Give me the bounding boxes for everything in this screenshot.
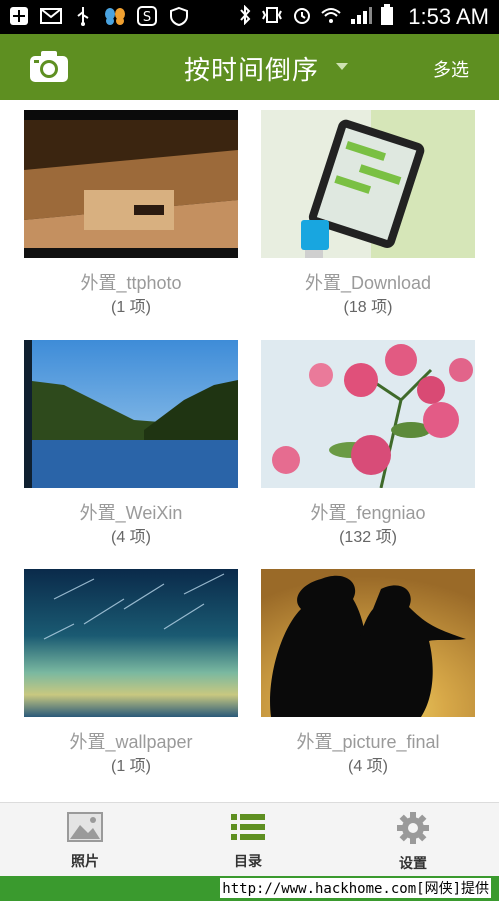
album-name: 外置_fengniao bbox=[310, 503, 426, 523]
shield-icon bbox=[168, 6, 190, 26]
list-icon bbox=[231, 814, 265, 840]
bluetooth-icon bbox=[238, 4, 252, 29]
wifi-icon bbox=[320, 5, 342, 29]
album-name: 外置_ttphoto bbox=[80, 273, 182, 293]
album-name: 外置_Download bbox=[304, 273, 432, 293]
album-count: (4 项) bbox=[347, 758, 388, 775]
footer-bar: http://www.hackhome.com[网侠]提供 bbox=[0, 876, 499, 901]
album-name: 外置_wallpaper bbox=[69, 732, 193, 752]
album-tile[interactable]: 外置_Download (18 项) bbox=[261, 110, 475, 318]
photo-icon bbox=[67, 812, 103, 842]
multi-select-button[interactable]: 多选 bbox=[433, 56, 469, 82]
album-count: (4 项) bbox=[110, 529, 151, 546]
album-count: (18 项) bbox=[343, 299, 393, 316]
camera-button[interactable] bbox=[28, 48, 70, 86]
s-badge-icon: S bbox=[136, 6, 158, 26]
nav-settings[interactable]: 设置 bbox=[373, 811, 453, 873]
album-count: (132 项) bbox=[339, 529, 397, 546]
svg-text:S: S bbox=[143, 10, 151, 25]
camera-icon bbox=[30, 51, 68, 82]
plus-icon bbox=[8, 6, 30, 26]
album-tile[interactable]: 外置_wallpaper (1 项) bbox=[24, 569, 238, 777]
battery-icon bbox=[380, 4, 394, 30]
nav-photos-label: 照片 bbox=[71, 854, 99, 870]
nav-directory[interactable]: 目录 bbox=[208, 811, 288, 871]
nav-settings-label: 设置 bbox=[399, 856, 427, 872]
album-tile[interactable]: 外置_ttphoto (1 项) bbox=[24, 110, 238, 318]
nav-photos[interactable]: 照片 bbox=[45, 811, 125, 871]
album-thumbnail-wallpaper[interactable] bbox=[24, 569, 238, 717]
dropdown-arrow-icon[interactable] bbox=[336, 63, 348, 70]
vibrate-icon bbox=[260, 5, 284, 29]
album-tile[interactable]: 外置_picture_final (4 项) bbox=[261, 569, 475, 777]
album-thumbnail-roses[interactable] bbox=[261, 340, 475, 488]
album-tile[interactable]: 外置_fengniao (132 项) bbox=[261, 340, 475, 548]
sort-order-title[interactable]: 按时间倒序 bbox=[184, 50, 319, 87]
album-name: 外置_picture_final bbox=[296, 732, 440, 752]
album-thumbnail-concert-hall[interactable] bbox=[24, 110, 238, 258]
status-bar: S 1:53 AM bbox=[0, 0, 499, 34]
butterfly-icon bbox=[104, 6, 126, 26]
album-tile[interactable]: 外置_WeiXin (4 项) bbox=[24, 340, 238, 548]
album-name: 外置_WeiXin bbox=[79, 503, 183, 523]
alarm-icon bbox=[292, 5, 312, 29]
signal-icon bbox=[350, 5, 373, 29]
album-thumbnail-phone[interactable] bbox=[261, 110, 475, 258]
nav-directory-label: 目录 bbox=[234, 854, 262, 870]
status-time: 1:53 AM bbox=[408, 4, 489, 29]
album-thumbnail-penguins[interactable] bbox=[261, 569, 475, 717]
album-count: (1 项) bbox=[110, 758, 151, 775]
album-thumbnail-lake[interactable] bbox=[24, 340, 238, 488]
mail-icon bbox=[40, 6, 62, 26]
album-count: (1 项) bbox=[110, 299, 151, 316]
footer-watermark: http://www.hackhome.com[网侠]提供 bbox=[220, 878, 491, 898]
gear-icon bbox=[397, 812, 429, 844]
action-bar: 按时间倒序 多选 bbox=[0, 34, 499, 100]
usb-icon bbox=[72, 6, 94, 26]
bottom-nav: 照片 目录 设置 bbox=[0, 802, 499, 877]
